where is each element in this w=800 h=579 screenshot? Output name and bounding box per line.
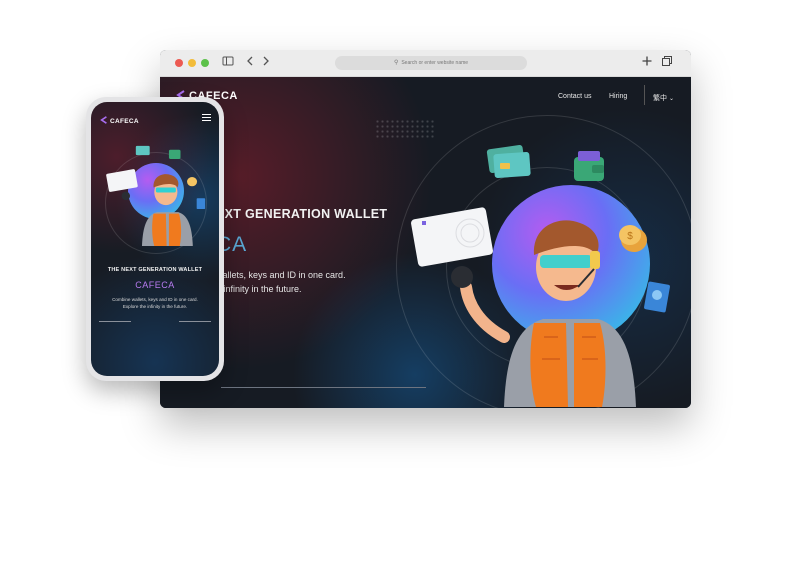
maximize-window-button[interactable] — [201, 59, 209, 67]
mobile-description-line1: Combine wallets, keys and ID in one card… — [112, 297, 198, 302]
mobile-logo-text: CAFECA — [110, 118, 139, 125]
mobile-line-right — [179, 321, 211, 322]
language-selector[interactable]: 繁中 ⌄ — [653, 93, 674, 103]
mobile-hero-brand: CAFECA — [135, 280, 175, 290]
mobile-hero-heading: THE NEXT GENERATION WALLET — [107, 267, 203, 273]
mobile-screen: CAFECA THE NEXT GENERATION WALLET CAFECA… — [91, 102, 219, 376]
hero-description-line2: e infinity in the future. — [216, 284, 302, 294]
hero-heading: EXT GENERATION WALLET — [216, 207, 388, 221]
nav-contact-link[interactable]: Contact us — [558, 93, 591, 100]
mobile-hero-description: Combine wallets, keys and ID in one card… — [91, 296, 219, 310]
new-tab-icon[interactable] — [641, 55, 653, 67]
nav-divider — [644, 85, 645, 105]
hero-description: wallets, keys and ID in one card. e infi… — [216, 268, 346, 296]
coins-icon: $ — [619, 225, 647, 252]
forward-icon[interactable] — [261, 55, 271, 67]
hamburger-menu-icon[interactable] — [202, 114, 211, 124]
chevron-down-icon: ⌄ — [668, 96, 674, 102]
address-placeholder: Search or enter website name — [401, 60, 469, 66]
sidebar-icon[interactable] — [222, 55, 234, 67]
nav-hiring-link[interactable]: Hiring — [609, 93, 627, 100]
cafeca-logo-icon — [100, 116, 107, 124]
browser-window: ⚲ Search or enter website name CAFECA Con… — [160, 50, 691, 408]
back-icon[interactable] — [245, 55, 255, 67]
close-window-button[interactable] — [175, 59, 183, 67]
mobile-character-illustration — [106, 145, 206, 246]
hero-progress-line — [221, 387, 426, 388]
white-card-icon — [411, 207, 493, 267]
hero-description-line1: wallets, keys and ID in one card. — [216, 270, 346, 280]
hero-character-illustration: $ — [411, 144, 670, 407]
language-label: 繁中 — [653, 95, 667, 102]
wallet-icon — [574, 151, 604, 181]
minimize-window-button[interactable] — [188, 59, 196, 67]
browser-toolbar: ⚲ Search or enter website name — [160, 50, 691, 77]
floating-cards-icon — [486, 144, 531, 179]
address-bar[interactable]: ⚲ Search or enter website name — [335, 56, 527, 70]
search-icon: ⚲ — [393, 60, 399, 66]
mobile-description-line2: Explore the infinity in the future. — [122, 304, 188, 309]
website-content: CAFECA Contact us Hiring 繁中 ⌄ EXT GENERA… — [160, 77, 691, 408]
mobile-device: CAFECA THE NEXT GENERATION WALLET CAFECA… — [86, 97, 224, 381]
svg-text:$: $ — [627, 231, 633, 242]
mobile-site-logo[interactable]: CAFECA — [100, 116, 139, 125]
decorative-dot-grid — [375, 119, 435, 139]
mobile-line-left — [99, 321, 131, 322]
passport-icon — [644, 281, 670, 313]
tabs-icon[interactable] — [661, 55, 673, 67]
